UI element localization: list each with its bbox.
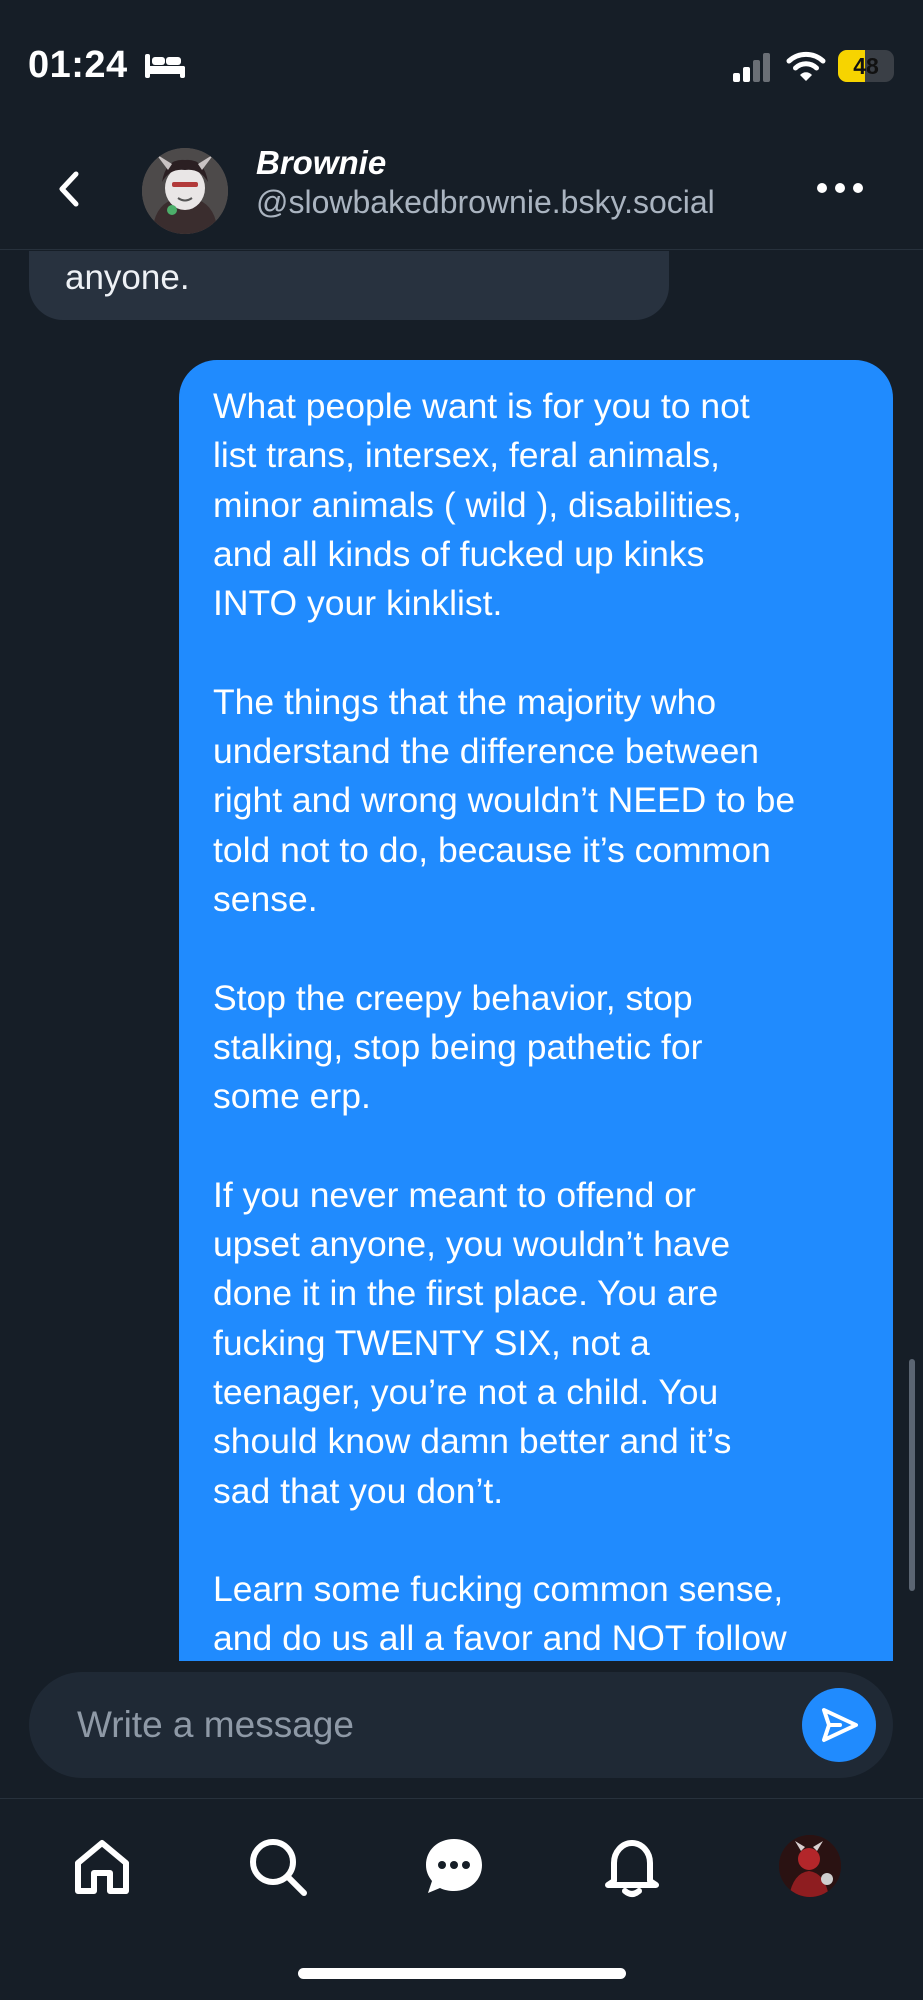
incoming-message-bubble: anyone. xyxy=(29,251,669,320)
outgoing-message-bubble: What people want is for you to not list … xyxy=(179,360,893,1661)
home-indicator[interactable] xyxy=(298,1968,626,1979)
message-paragraph: Learn some fucking common sense, and do … xyxy=(213,1569,787,1659)
message-list[interactable]: anyone. What people want is for you to n… xyxy=(0,251,923,1661)
message-paragraph: Stop the creepy behavior, stop stalking,… xyxy=(213,977,703,1117)
contact-handle: @slowbakedbrownie.bsky.social xyxy=(256,184,715,220)
message-composer xyxy=(29,1672,893,1778)
search-icon[interactable] xyxy=(246,1835,310,1899)
battery-level: 48 xyxy=(853,53,879,79)
notifications-bell-icon[interactable] xyxy=(600,1835,664,1899)
message-paragraph: The things that the majority who underst… xyxy=(213,681,796,919)
cellular-signal-icon xyxy=(733,53,770,82)
message-paragraph: If you never meant to offend or upset an… xyxy=(213,1174,732,1511)
incoming-message-text: anyone. xyxy=(65,258,190,297)
send-icon xyxy=(822,1708,858,1742)
message-input[interactable] xyxy=(77,1672,777,1778)
contact-name: Brownie xyxy=(256,144,387,181)
status-time: 01:24 xyxy=(28,44,128,86)
send-button[interactable] xyxy=(802,1688,876,1762)
scrollbar[interactable] xyxy=(909,1359,915,1591)
contact-avatar[interactable] xyxy=(142,148,228,234)
chat-icon[interactable] xyxy=(422,1835,486,1899)
bed-icon xyxy=(145,54,185,78)
wifi-icon xyxy=(786,51,826,81)
status-bar: 01:24 48 xyxy=(0,0,923,130)
more-options-icon[interactable] xyxy=(812,168,868,208)
message-paragraph: What people want is for you to not list … xyxy=(213,386,750,624)
home-icon[interactable] xyxy=(70,1835,134,1899)
battery-icon: 48 xyxy=(838,50,894,82)
profile-avatar[interactable] xyxy=(779,1835,841,1897)
conversation-header: Brownie @slowbakedbrownie.bsky.social xyxy=(0,130,923,250)
back-chevron-icon[interactable] xyxy=(48,166,94,212)
